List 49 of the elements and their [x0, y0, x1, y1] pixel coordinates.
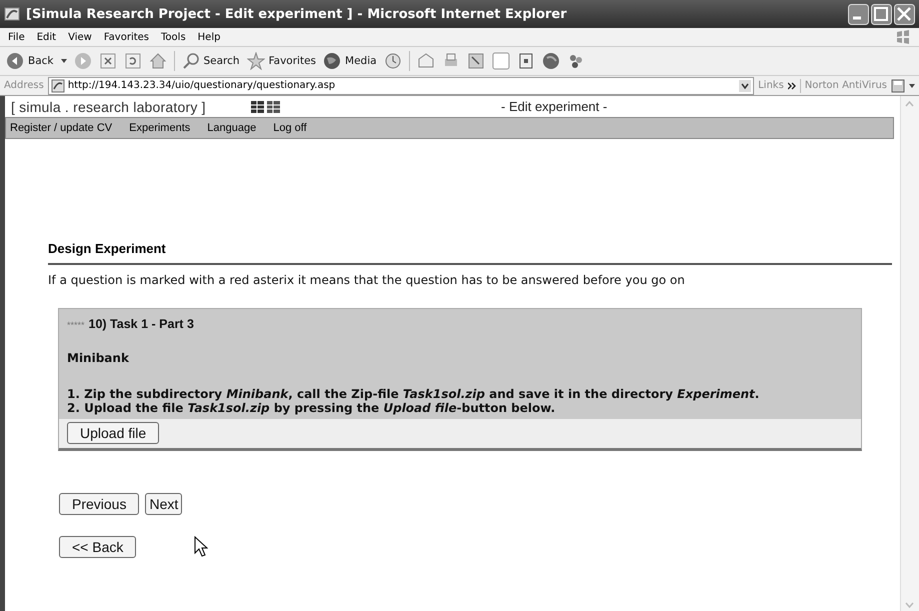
media-button[interactable]: Media — [323, 52, 377, 70]
star-icon — [246, 52, 265, 70]
nav-link[interactable]: Language — [207, 122, 256, 134]
site-logo: [ simula . research laboratory ] — [11, 98, 207, 114]
instruction-text: If a question is marked with a red asterix it means that the question has to be answered before you go on — [48, 273, 685, 287]
search-icon — [182, 52, 200, 70]
back-button[interactable]: << Back — [59, 536, 136, 558]
home-icon[interactable] — [148, 52, 166, 70]
menu-item[interactable]: View — [68, 32, 92, 42]
ie-page-icon — [4, 6, 20, 22]
caret-icon[interactable] — [60, 59, 66, 63]
menu-item[interactable]: Help — [198, 32, 220, 42]
address-field[interactable]: http://194.143.23.34/uio/questionary/questionary.asp — [48, 76, 754, 94]
previous-button[interactable]: Previous — [59, 493, 140, 515]
address-label: Address — [4, 80, 44, 91]
history-icon[interactable] — [384, 52, 402, 70]
question-title: 10) Task 1 - Part 3 — [88, 317, 194, 331]
globe-icon — [323, 52, 342, 70]
refresh-icon[interactable] — [124, 52, 142, 70]
caret-icon[interactable] — [909, 84, 915, 88]
close-icon[interactable] — [894, 4, 915, 24]
next-button[interactable]: Next — [145, 493, 182, 515]
section-heading: Design Experiment — [48, 241, 166, 257]
question-subtitle: Minibank — [67, 351, 130, 365]
window-title: [Simula Research Project - Edit experiment ] - Microsoft Internet Explorer — [26, 6, 568, 22]
favorites-button[interactable]: Favorites — [246, 52, 316, 70]
cursor-icon — [194, 536, 208, 558]
upload-file-button[interactable]: Upload file — [67, 422, 160, 444]
instruction-step: 2. Upload the file Task1sol.zip by pressing the Upload file-button below. — [67, 401, 853, 415]
nav-link[interactable]: Log off — [273, 122, 307, 134]
windows-flag-icon — [895, 29, 911, 45]
menu-item[interactable]: Favorites — [104, 32, 150, 42]
menu-item[interactable]: File — [8, 32, 25, 42]
menu-item[interactable]: Edit — [36, 32, 56, 42]
required-asterisks: ***** — [67, 320, 85, 330]
minimize-icon[interactable] — [848, 4, 869, 24]
chevron-icon[interactable] — [788, 82, 796, 90]
globe-icon[interactable] — [542, 52, 560, 70]
search-button[interactable]: Search — [182, 52, 240, 70]
maximize-icon[interactable] — [871, 4, 892, 24]
stop-icon[interactable] — [98, 52, 116, 70]
page-title: - Edit experiment - — [501, 99, 608, 114]
nav-link[interactable]: Register / update CV — [10, 122, 112, 134]
back-button[interactable]: Back — [6, 52, 54, 70]
instruction-step: 1. Zip the subdirectory Minibank, call the Zip-file Task1sol.zip and save it in the directory Experiment. — [67, 387, 853, 401]
nav-link[interactable]: Experiments — [129, 122, 190, 134]
page-icon — [50, 78, 65, 92]
menu-item[interactable]: Tools — [161, 32, 186, 42]
grid-logo-icon — [251, 100, 281, 114]
